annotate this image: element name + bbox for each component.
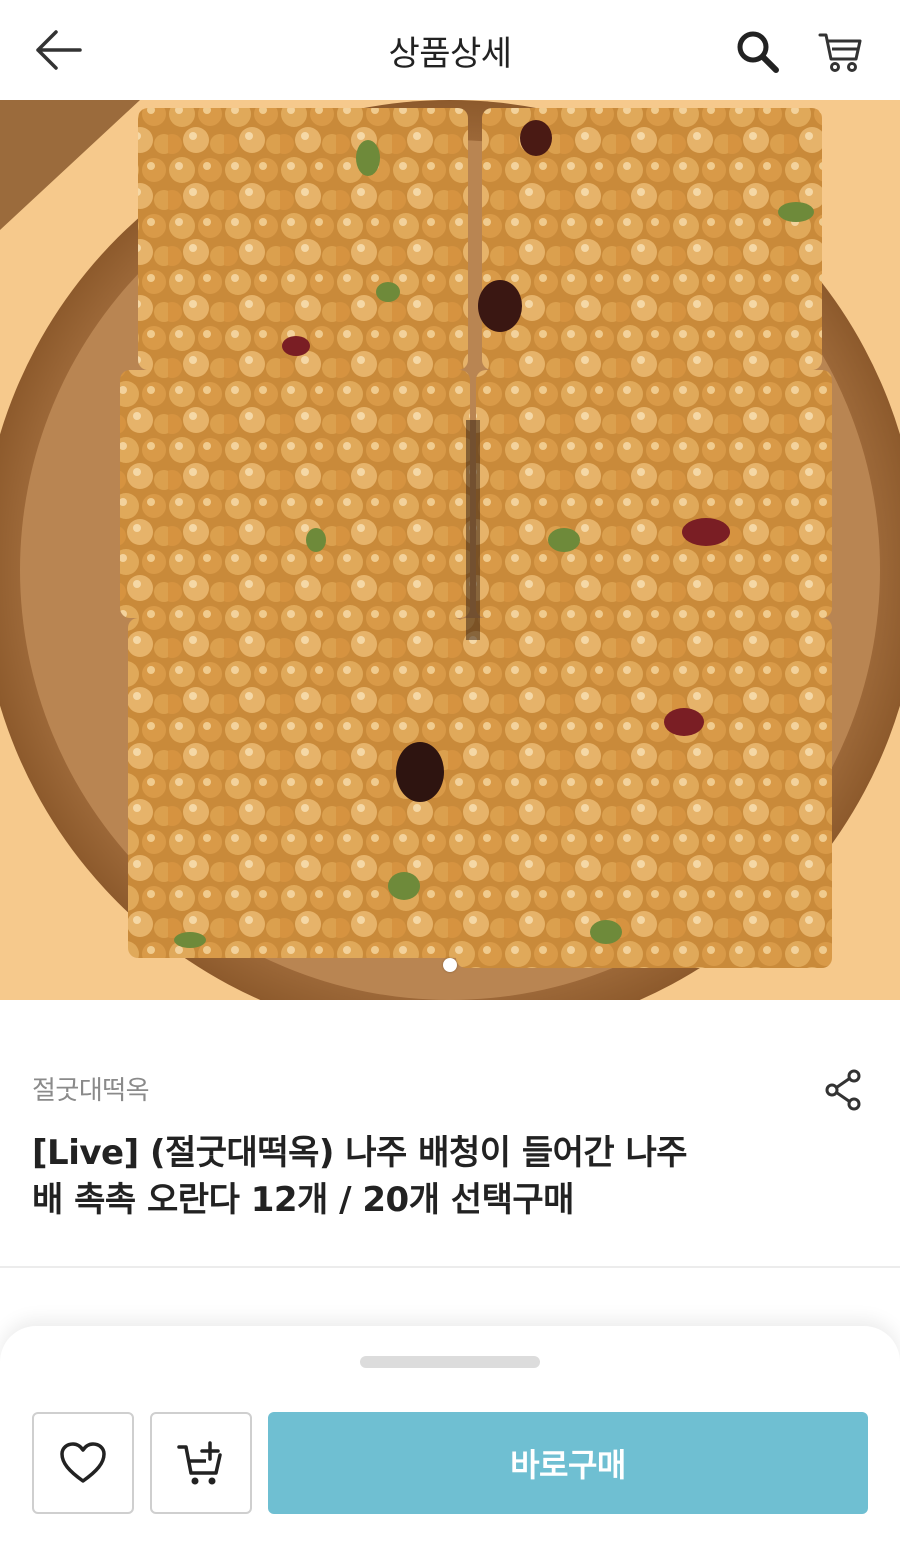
section-divider (0, 1266, 900, 1268)
cart-icon (818, 33, 862, 72)
carousel-pagination (0, 958, 900, 972)
sheet-drag-handle[interactable] (360, 1356, 540, 1368)
purchase-bottom-sheet: 바로구매 (0, 1326, 900, 1546)
buy-now-button[interactable]: 바로구매 (268, 1412, 868, 1514)
carousel-dot-active[interactable] (443, 958, 457, 972)
top-header: 상품상세 (0, 0, 900, 100)
search-icon (737, 31, 779, 73)
share-button[interactable] (820, 1066, 868, 1114)
add-to-cart-button[interactable] (150, 1412, 252, 1514)
product-title: [Live] (절굿대떡옥) 나주 배청이 들어간 나주 배 촉촉 오란다 12… (32, 1130, 792, 1224)
product-photo (0, 100, 900, 1000)
product-title-line-1: [Live] (절굿대떡옥) 나주 배청이 들어간 나주 (32, 1133, 688, 1173)
cart-button[interactable] (812, 24, 868, 78)
cart-add-icon (177, 1441, 222, 1485)
product-image-carousel[interactable] (0, 100, 900, 1000)
heart-icon (60, 1442, 106, 1483)
wishlist-button[interactable] (32, 1412, 134, 1514)
product-title-line-2: 배 촉촉 오란다 12개 / 20개 선택구매 (32, 1180, 574, 1220)
brand-name[interactable]: 절굿대떡옥 (32, 1070, 150, 1107)
product-info: 절굿대떡옥 [Live] (절굿대떡옥) 나주 배청이 들어간 나주 배 촉촉 … (0, 1000, 900, 1268)
share-icon (825, 1069, 861, 1111)
search-button[interactable] (730, 24, 784, 78)
